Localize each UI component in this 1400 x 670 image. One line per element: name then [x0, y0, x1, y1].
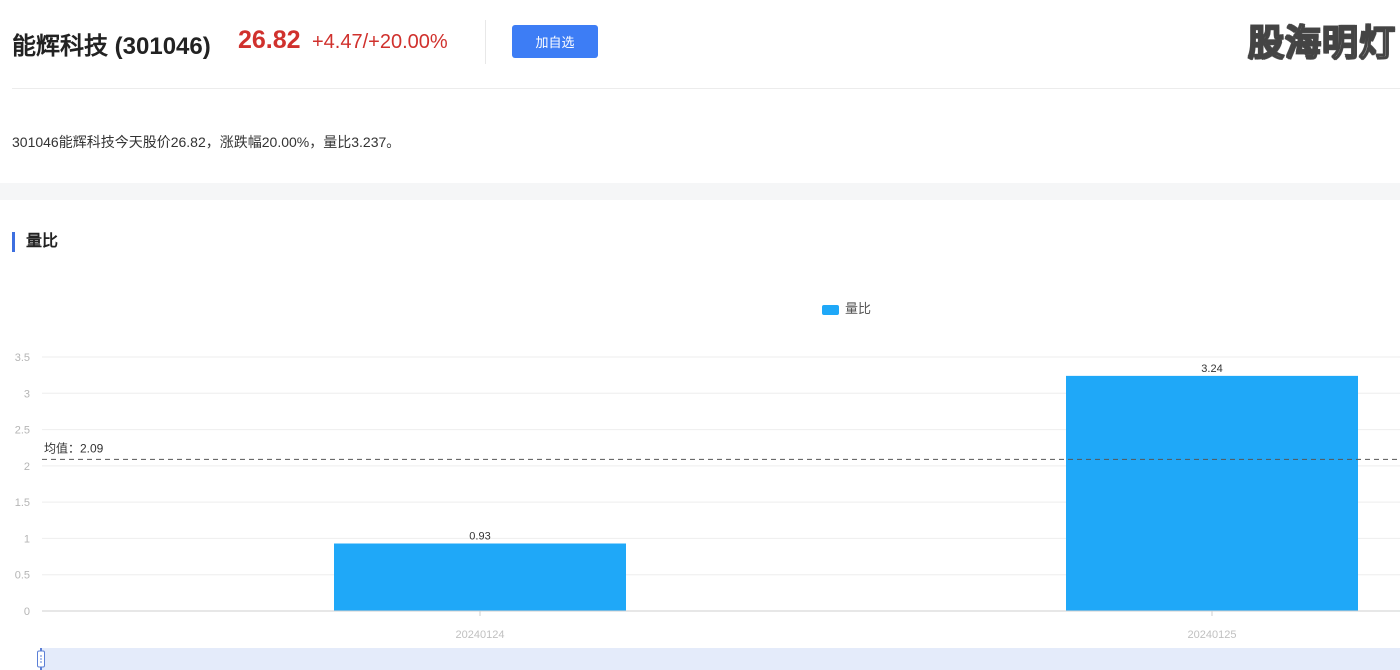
y-tick-label: 3 — [24, 388, 30, 400]
stock-summary: 301046能辉科技今天股价26.82，涨跌幅20.00%，量比3.237。 — [12, 134, 401, 150]
data-zoom-slider[interactable] — [42, 648, 1400, 670]
watermark-logo: 股海明灯 — [1247, 22, 1397, 65]
chart-bars: 0.93 3.24 — [334, 363, 1358, 611]
y-tick-label: 2 — [24, 461, 30, 473]
bar-value-label: 0.93 — [469, 531, 490, 543]
x-tick-label: 20240125 — [1188, 629, 1237, 641]
header-divider — [485, 20, 486, 64]
bar — [334, 543, 626, 611]
section-title: 量比 — [12, 232, 58, 252]
section-band — [0, 183, 1400, 200]
zoom-handle-icon[interactable] — [37, 648, 45, 670]
y-tick-label: 2.5 — [15, 425, 30, 437]
header-separator — [12, 88, 1400, 89]
chart-legend: 量比 — [822, 301, 871, 316]
volume-ratio-chart: 00.511.522.533.5 0.933.24 20240124 202401… — [15, 301, 1400, 641]
bar-value-label: 3.24 — [1201, 363, 1222, 375]
y-tick-label: 3.5 — [15, 352, 30, 364]
legend-label: 量比 — [845, 301, 871, 316]
stock-title: 能辉科技 (301046) — [12, 33, 211, 60]
y-tick-label: 1 — [24, 533, 30, 545]
legend-swatch — [822, 305, 839, 315]
bar — [1066, 375, 1358, 611]
y-tick-label: 1.5 — [15, 497, 30, 509]
add-to-watchlist-button[interactable]: 加自选 — [512, 25, 598, 58]
stock-price: 26.82 — [238, 26, 301, 54]
y-tick-label: 0 — [24, 606, 30, 618]
y-tick-label: 0.5 — [15, 570, 30, 582]
y-axis: 0 0.5 1 1.5 2 2.5 3 3.5 — [15, 352, 30, 618]
x-tick-label: 20240124 — [456, 629, 505, 641]
mean-label: 均值：2.09 — [44, 440, 104, 455]
stock-header: 能辉科技 (301046) 26.82 +4.47/+20.00% 加自选 股海… — [0, 0, 1400, 88]
stock-change: +4.47/+20.00% — [312, 31, 448, 53]
x-axis: 20240124 20240125 — [42, 610, 1400, 641]
